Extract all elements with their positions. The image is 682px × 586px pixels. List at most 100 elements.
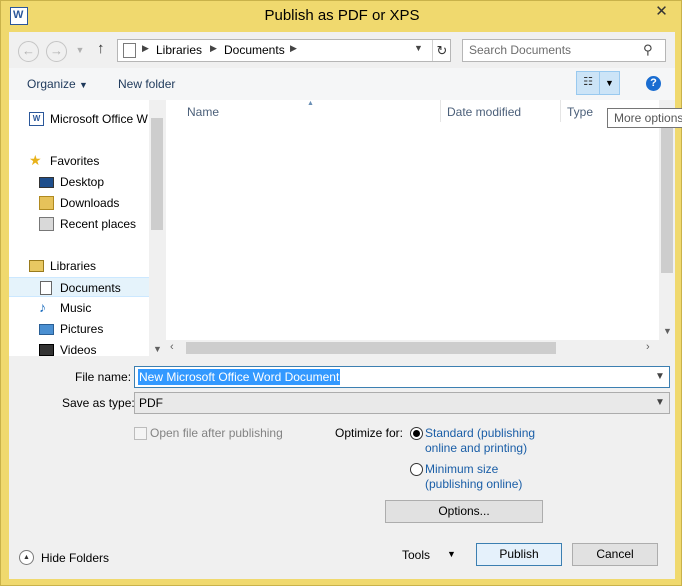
- navigation-pane[interactable]: W Microsoft Office W ★ Favorites Desktop…: [9, 100, 165, 356]
- videos-icon: [39, 344, 54, 356]
- sort-arrow-icon: ▲: [307, 100, 314, 107]
- optimize-for-label: Optimize for:: [335, 426, 404, 440]
- view-options-dropdown[interactable]: ▼: [600, 71, 620, 95]
- breadcrumb-separator-icon[interactable]: ▶: [290, 43, 297, 54]
- scroll-left-arrow-icon[interactable]: ‹: [170, 341, 174, 353]
- refresh-icon[interactable]: ↻: [432, 40, 451, 61]
- file-name-field[interactable]: New Microsoft Office Word Document ▼: [134, 366, 670, 388]
- nav-item-label: Music: [60, 301, 92, 315]
- horizontal-scrollbar-thumb[interactable]: [186, 342, 556, 354]
- recent-places-icon: [39, 217, 54, 231]
- options-button[interactable]: Options...: [385, 500, 543, 523]
- scroll-down-arrow-icon[interactable]: ▼: [663, 326, 672, 336]
- minimum-size-radio-label-line2: (publishing online): [425, 477, 523, 491]
- nav-item-videos[interactable]: Videos: [9, 340, 149, 356]
- minimum-size-radio-label[interactable]: Minimum size (publishing online): [425, 462, 522, 492]
- file-name-label: File name:: [75, 370, 132, 384]
- file-list-horizontal-scrollbar[interactable]: ‹ ›: [166, 340, 675, 356]
- dialog-body: ← → ▼ ↑ ▶ Libraries ▶ Documents ▶ ▼ ↻ ⚲ …: [9, 32, 682, 579]
- libraries-folder-icon: [29, 260, 44, 272]
- standard-radio[interactable]: [410, 427, 423, 440]
- standard-radio-label[interactable]: Standard (publishing online and printing…: [425, 426, 535, 456]
- new-folder-button[interactable]: New folder: [118, 77, 175, 91]
- column-header-type[interactable]: Type: [567, 105, 593, 119]
- library-icon: [123, 43, 136, 58]
- music-note-icon: ♪: [39, 299, 46, 315]
- nav-item-label: Microsoft Office W: [50, 112, 148, 126]
- chevron-down-icon[interactable]: ▼: [655, 397, 665, 408]
- organize-label: Organize: [27, 77, 76, 91]
- hide-folders-label: Hide Folders: [41, 551, 110, 565]
- nav-item-music[interactable]: ♪ Music: [9, 298, 149, 318]
- minimum-size-radio[interactable]: [410, 463, 423, 476]
- up-arrow-icon[interactable]: ↑: [97, 40, 105, 57]
- recent-locations-chevron-icon[interactable]: ▼: [73, 41, 87, 62]
- desktop-icon: [39, 177, 54, 188]
- column-divider[interactable]: [560, 100, 561, 122]
- file-name-value[interactable]: New Microsoft Office Word Document: [138, 369, 341, 385]
- scroll-right-arrow-icon[interactable]: ›: [646, 341, 650, 353]
- collapse-arrow-icon: ▲: [19, 550, 34, 565]
- save-as-type-value: PDF: [139, 396, 163, 410]
- change-view-button[interactable]: ☷: [576, 71, 600, 95]
- title-bar: Publish as PDF or XPS ✕: [1, 1, 682, 33]
- standard-radio-label-line2: online and printing): [425, 441, 528, 455]
- back-button[interactable]: ←: [18, 41, 39, 62]
- pictures-icon: [39, 324, 54, 335]
- more-options-tooltip: More options: [607, 108, 682, 128]
- open-file-after-publishing-checkbox[interactable]: [134, 427, 147, 440]
- search-input[interactable]: [469, 43, 639, 57]
- documents-icon: [40, 281, 52, 295]
- breadcrumb-separator-icon[interactable]: ▶: [210, 43, 217, 54]
- save-as-type-select[interactable]: PDF ▼: [134, 392, 670, 414]
- nav-scrollbar-thumb[interactable]: [151, 118, 163, 230]
- open-file-after-publishing-label: Open file after publishing: [150, 426, 283, 440]
- nav-item-label: Desktop: [60, 175, 105, 189]
- nav-item-label: Recent places: [60, 217, 137, 231]
- nav-item-documents[interactable]: Documents: [9, 277, 149, 297]
- nav-item-pictures[interactable]: Pictures: [9, 319, 149, 339]
- dialog-title: Publish as PDF or XPS: [264, 7, 420, 24]
- file-list-scrollbar[interactable]: ▼: [659, 100, 675, 340]
- nav-item-favorites[interactable]: ★ Favorites: [9, 151, 149, 171]
- search-box[interactable]: ⚲: [462, 39, 666, 62]
- column-header-date-modified[interactable]: Date modified: [447, 105, 521, 119]
- nav-item-recent-places[interactable]: Recent places: [9, 214, 149, 234]
- save-as-type-label: Save as type:: [62, 396, 135, 410]
- word-document-icon: W: [29, 112, 44, 126]
- organize-menu[interactable]: Organize ▼: [27, 77, 88, 91]
- nav-item-label: Pictures: [60, 322, 104, 336]
- nav-item-libraries[interactable]: Libraries: [9, 256, 149, 276]
- nav-item-microsoft-office[interactable]: W Microsoft Office W: [9, 109, 149, 129]
- address-dropdown-icon[interactable]: ▼: [414, 43, 423, 53]
- cancel-button[interactable]: Cancel: [572, 543, 658, 566]
- publish-dialog: Publish as PDF or XPS ✕ ← → ▼ ↑ ▶ Librar…: [0, 0, 682, 586]
- file-list[interactable]: ▲ Name Date modified Type ▼ ‹ ›: [166, 100, 675, 356]
- nav-item-label: Favorites: [50, 154, 100, 168]
- standard-radio-label-line1: Standard (publishing: [425, 426, 536, 440]
- forward-button[interactable]: →: [46, 41, 67, 62]
- tools-menu[interactable]: Tools: [402, 548, 430, 562]
- nav-item-label: Libraries: [50, 259, 97, 273]
- nav-item-label: Downloads: [60, 196, 120, 210]
- breadcrumb-separator-icon[interactable]: ▶: [142, 43, 149, 54]
- nav-item-downloads[interactable]: Downloads: [9, 193, 149, 213]
- column-header-name[interactable]: Name: [187, 105, 219, 119]
- search-icon[interactable]: ⚲: [643, 42, 653, 58]
- help-icon[interactable]: ?: [646, 76, 661, 91]
- breadcrumb-documents[interactable]: Documents: [224, 43, 285, 57]
- file-list-scrollbar-thumb[interactable]: [661, 118, 673, 273]
- nav-item-label: Videos: [60, 343, 97, 356]
- publish-button[interactable]: Publish: [476, 543, 562, 566]
- close-button[interactable]: ✕: [645, 1, 678, 23]
- chevron-down-icon[interactable]: ▼: [655, 371, 665, 382]
- star-icon: ★: [29, 152, 42, 168]
- scroll-down-arrow-icon[interactable]: ▼: [153, 344, 162, 354]
- nav-scrollbar[interactable]: ▼: [149, 100, 165, 356]
- chevron-down-icon[interactable]: ▼: [447, 549, 456, 559]
- nav-item-desktop[interactable]: Desktop: [9, 172, 149, 192]
- breadcrumb-libraries[interactable]: Libraries: [156, 43, 202, 57]
- address-bar[interactable]: ▶ Libraries ▶ Documents ▶ ▼ ↻: [117, 39, 451, 62]
- minimum-size-radio-label-line1: Minimum size: [425, 462, 499, 476]
- column-divider[interactable]: [440, 100, 441, 122]
